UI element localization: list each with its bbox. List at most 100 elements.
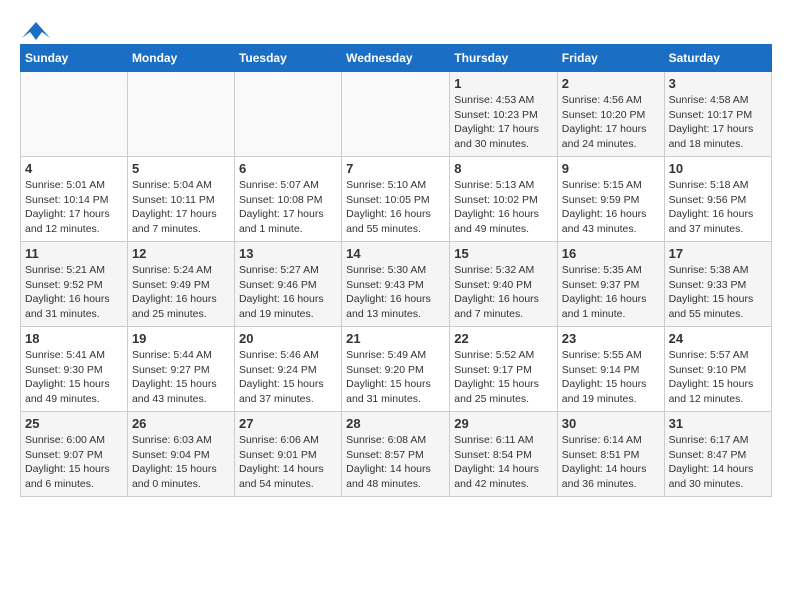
weekday-header-saturday: Saturday xyxy=(664,45,771,72)
calendar-cell: 9 Sunrise: 5:15 AM Sunset: 9:59 PM Daylig… xyxy=(557,157,664,242)
calendar-cell: 31 Sunrise: 6:17 AM Sunset: 8:47 PM Dayli… xyxy=(664,412,771,497)
calendar-cell: 16 Sunrise: 5:35 AM Sunset: 9:37 PM Dayli… xyxy=(557,242,664,327)
cell-day-number: 11 xyxy=(25,246,123,261)
calendar-cell: 27 Sunrise: 6:06 AM Sunset: 9:01 PM Dayli… xyxy=(234,412,341,497)
calendar-cell: 6 Sunrise: 5:07 AM Sunset: 10:08 PM Dayli… xyxy=(234,157,341,242)
cell-day-number: 15 xyxy=(454,246,553,261)
calendar-cell xyxy=(127,72,234,157)
calendar-week-1: 1 Sunrise: 4:53 AM Sunset: 10:23 PM Dayli… xyxy=(21,72,772,157)
calendar-week-5: 25 Sunrise: 6:00 AM Sunset: 9:07 PM Dayli… xyxy=(21,412,772,497)
cell-info: Sunrise: 5:55 AM Sunset: 9:14 PM Dayligh… xyxy=(562,348,660,407)
calendar-cell xyxy=(234,72,341,157)
calendar-cell: 10 Sunrise: 5:18 AM Sunset: 9:56 PM Dayli… xyxy=(664,157,771,242)
calendar-cell: 26 Sunrise: 6:03 AM Sunset: 9:04 PM Dayli… xyxy=(127,412,234,497)
cell-day-number: 13 xyxy=(239,246,337,261)
cell-info: Sunrise: 5:27 AM Sunset: 9:46 PM Dayligh… xyxy=(239,263,337,322)
cell-day-number: 20 xyxy=(239,331,337,346)
calendar-week-4: 18Sunrise: 5:41 AM Sunset: 9:30 PM Dayli… xyxy=(21,327,772,412)
cell-day-number: 8 xyxy=(454,161,553,176)
calendar-cell: 21Sunrise: 5:49 AM Sunset: 9:20 PM Dayli… xyxy=(342,327,450,412)
cell-day-number: 5 xyxy=(132,161,230,176)
weekday-header-friday: Friday xyxy=(557,45,664,72)
cell-day-number: 19 xyxy=(132,331,230,346)
calendar-cell: 19 Sunrise: 5:44 AM Sunset: 9:27 PM Dayli… xyxy=(127,327,234,412)
cell-info: Sunrise: 5:35 AM Sunset: 9:37 PM Dayligh… xyxy=(562,263,660,322)
calendar-cell: 1 Sunrise: 4:53 AM Sunset: 10:23 PM Dayli… xyxy=(450,72,558,157)
cell-info: Sunrise: 6:17 AM Sunset: 8:47 PM Dayligh… xyxy=(669,433,767,492)
calendar-cell xyxy=(342,72,450,157)
cell-day-number: 3 xyxy=(669,76,767,91)
cell-info: Sunrise: 5:07 AM Sunset: 10:08 PM Daylig… xyxy=(239,178,337,237)
cell-day-number: 6 xyxy=(239,161,337,176)
cell-info: Sunrise: 6:00 AM Sunset: 9:07 PM Dayligh… xyxy=(25,433,123,492)
cell-info: Sunrise: 4:53 AM Sunset: 10:23 PM Daylig… xyxy=(454,93,553,152)
cell-info: Sunrise: 6:14 AM Sunset: 8:51 PM Dayligh… xyxy=(562,433,660,492)
calendar-cell: 3 Sunrise: 4:58 AM Sunset: 10:17 PM Dayli… xyxy=(664,72,771,157)
calendar-cell: 28Sunrise: 6:08 AM Sunset: 8:57 PM Dayli… xyxy=(342,412,450,497)
cell-day-number: 7 xyxy=(346,161,445,176)
calendar-week-3: 11 Sunrise: 5:21 AM Sunset: 9:52 PM Dayli… xyxy=(21,242,772,327)
cell-day-number: 9 xyxy=(562,161,660,176)
cell-info: Sunrise: 5:41 AM Sunset: 9:30 PM Dayligh… xyxy=(25,348,123,407)
calendar-cell: 25 Sunrise: 6:00 AM Sunset: 9:07 PM Dayli… xyxy=(21,412,128,497)
weekday-header-sunday: Sunday xyxy=(21,45,128,72)
calendar-cell: 2 Sunrise: 4:56 AM Sunset: 10:20 PM Dayli… xyxy=(557,72,664,157)
cell-day-number: 23 xyxy=(562,331,660,346)
calendar-cell: 18Sunrise: 5:41 AM Sunset: 9:30 PM Dayli… xyxy=(21,327,128,412)
cell-info: Sunrise: 5:32 AM Sunset: 9:40 PM Dayligh… xyxy=(454,263,553,322)
calendar-cell: 24 Sunrise: 5:57 AM Sunset: 9:10 PM Dayli… xyxy=(664,327,771,412)
calendar-week-2: 4 Sunrise: 5:01 AM Sunset: 10:14 PM Dayli… xyxy=(21,157,772,242)
cell-info: Sunrise: 6:03 AM Sunset: 9:04 PM Dayligh… xyxy=(132,433,230,492)
cell-info: Sunrise: 5:44 AM Sunset: 9:27 PM Dayligh… xyxy=(132,348,230,407)
calendar-cell xyxy=(21,72,128,157)
cell-info: Sunrise: 5:57 AM Sunset: 9:10 PM Dayligh… xyxy=(669,348,767,407)
cell-info: Sunrise: 6:06 AM Sunset: 9:01 PM Dayligh… xyxy=(239,433,337,492)
cell-day-number: 30 xyxy=(562,416,660,431)
cell-day-number: 10 xyxy=(669,161,767,176)
cell-day-number: 16 xyxy=(562,246,660,261)
cell-info: Sunrise: 5:18 AM Sunset: 9:56 PM Dayligh… xyxy=(669,178,767,237)
calendar-cell: 5Sunrise: 5:04 AM Sunset: 10:11 PM Dayli… xyxy=(127,157,234,242)
cell-day-number: 2 xyxy=(562,76,660,91)
calendar-cell: 29 Sunrise: 6:11 AM Sunset: 8:54 PM Dayli… xyxy=(450,412,558,497)
weekday-header-thursday: Thursday xyxy=(450,45,558,72)
cell-day-number: 25 xyxy=(25,416,123,431)
cell-info: Sunrise: 5:10 AM Sunset: 10:05 PM Daylig… xyxy=(346,178,445,237)
cell-info: Sunrise: 5:38 AM Sunset: 9:33 PM Dayligh… xyxy=(669,263,767,322)
cell-info: Sunrise: 5:01 AM Sunset: 10:14 PM Daylig… xyxy=(25,178,123,237)
cell-info: Sunrise: 5:30 AM Sunset: 9:43 PM Dayligh… xyxy=(346,263,445,322)
calendar-cell: 22Sunrise: 5:52 AM Sunset: 9:17 PM Dayli… xyxy=(450,327,558,412)
cell-info: Sunrise: 5:15 AM Sunset: 9:59 PM Dayligh… xyxy=(562,178,660,237)
cell-info: Sunrise: 6:11 AM Sunset: 8:54 PM Dayligh… xyxy=(454,433,553,492)
cell-day-number: 27 xyxy=(239,416,337,431)
cell-info: Sunrise: 5:21 AM Sunset: 9:52 PM Dayligh… xyxy=(25,263,123,322)
cell-day-number: 17 xyxy=(669,246,767,261)
weekday-header-tuesday: Tuesday xyxy=(234,45,341,72)
calendar-cell: 20Sunrise: 5:46 AM Sunset: 9:24 PM Dayli… xyxy=(234,327,341,412)
calendar-cell: 14 Sunrise: 5:30 AM Sunset: 9:43 PM Dayli… xyxy=(342,242,450,327)
calendar-cell: 4 Sunrise: 5:01 AM Sunset: 10:14 PM Dayli… xyxy=(21,157,128,242)
calendar-cell: 17 Sunrise: 5:38 AM Sunset: 9:33 PM Dayli… xyxy=(664,242,771,327)
cell-day-number: 12 xyxy=(132,246,230,261)
cell-info: Sunrise: 4:56 AM Sunset: 10:20 PM Daylig… xyxy=(562,93,660,152)
cell-day-number: 4 xyxy=(25,161,123,176)
calendar-cell: 15 Sunrise: 5:32 AM Sunset: 9:40 PM Dayli… xyxy=(450,242,558,327)
calendar-cell: 30 Sunrise: 6:14 AM Sunset: 8:51 PM Dayli… xyxy=(557,412,664,497)
cell-day-number: 26 xyxy=(132,416,230,431)
calendar-table: SundayMondayTuesdayWednesdayThursdayFrid… xyxy=(20,44,772,497)
calendar-cell: 13 Sunrise: 5:27 AM Sunset: 9:46 PM Dayli… xyxy=(234,242,341,327)
calendar-cell: 7 Sunrise: 5:10 AM Sunset: 10:05 PM Dayli… xyxy=(342,157,450,242)
cell-info: Sunrise: 4:58 AM Sunset: 10:17 PM Daylig… xyxy=(669,93,767,152)
calendar-cell: 8Sunrise: 5:13 AM Sunset: 10:02 PM Dayli… xyxy=(450,157,558,242)
cell-day-number: 31 xyxy=(669,416,767,431)
calendar-cell: 11 Sunrise: 5:21 AM Sunset: 9:52 PM Dayli… xyxy=(21,242,128,327)
cell-day-number: 24 xyxy=(669,331,767,346)
cell-day-number: 14 xyxy=(346,246,445,261)
cell-day-number: 28 xyxy=(346,416,445,431)
weekday-header-wednesday: Wednesday xyxy=(342,45,450,72)
logo-bird-icon xyxy=(22,20,50,42)
cell-day-number: 21 xyxy=(346,331,445,346)
weekday-header-row: SundayMondayTuesdayWednesdayThursdayFrid… xyxy=(21,45,772,72)
cell-day-number: 29 xyxy=(454,416,553,431)
cell-day-number: 1 xyxy=(454,76,553,91)
